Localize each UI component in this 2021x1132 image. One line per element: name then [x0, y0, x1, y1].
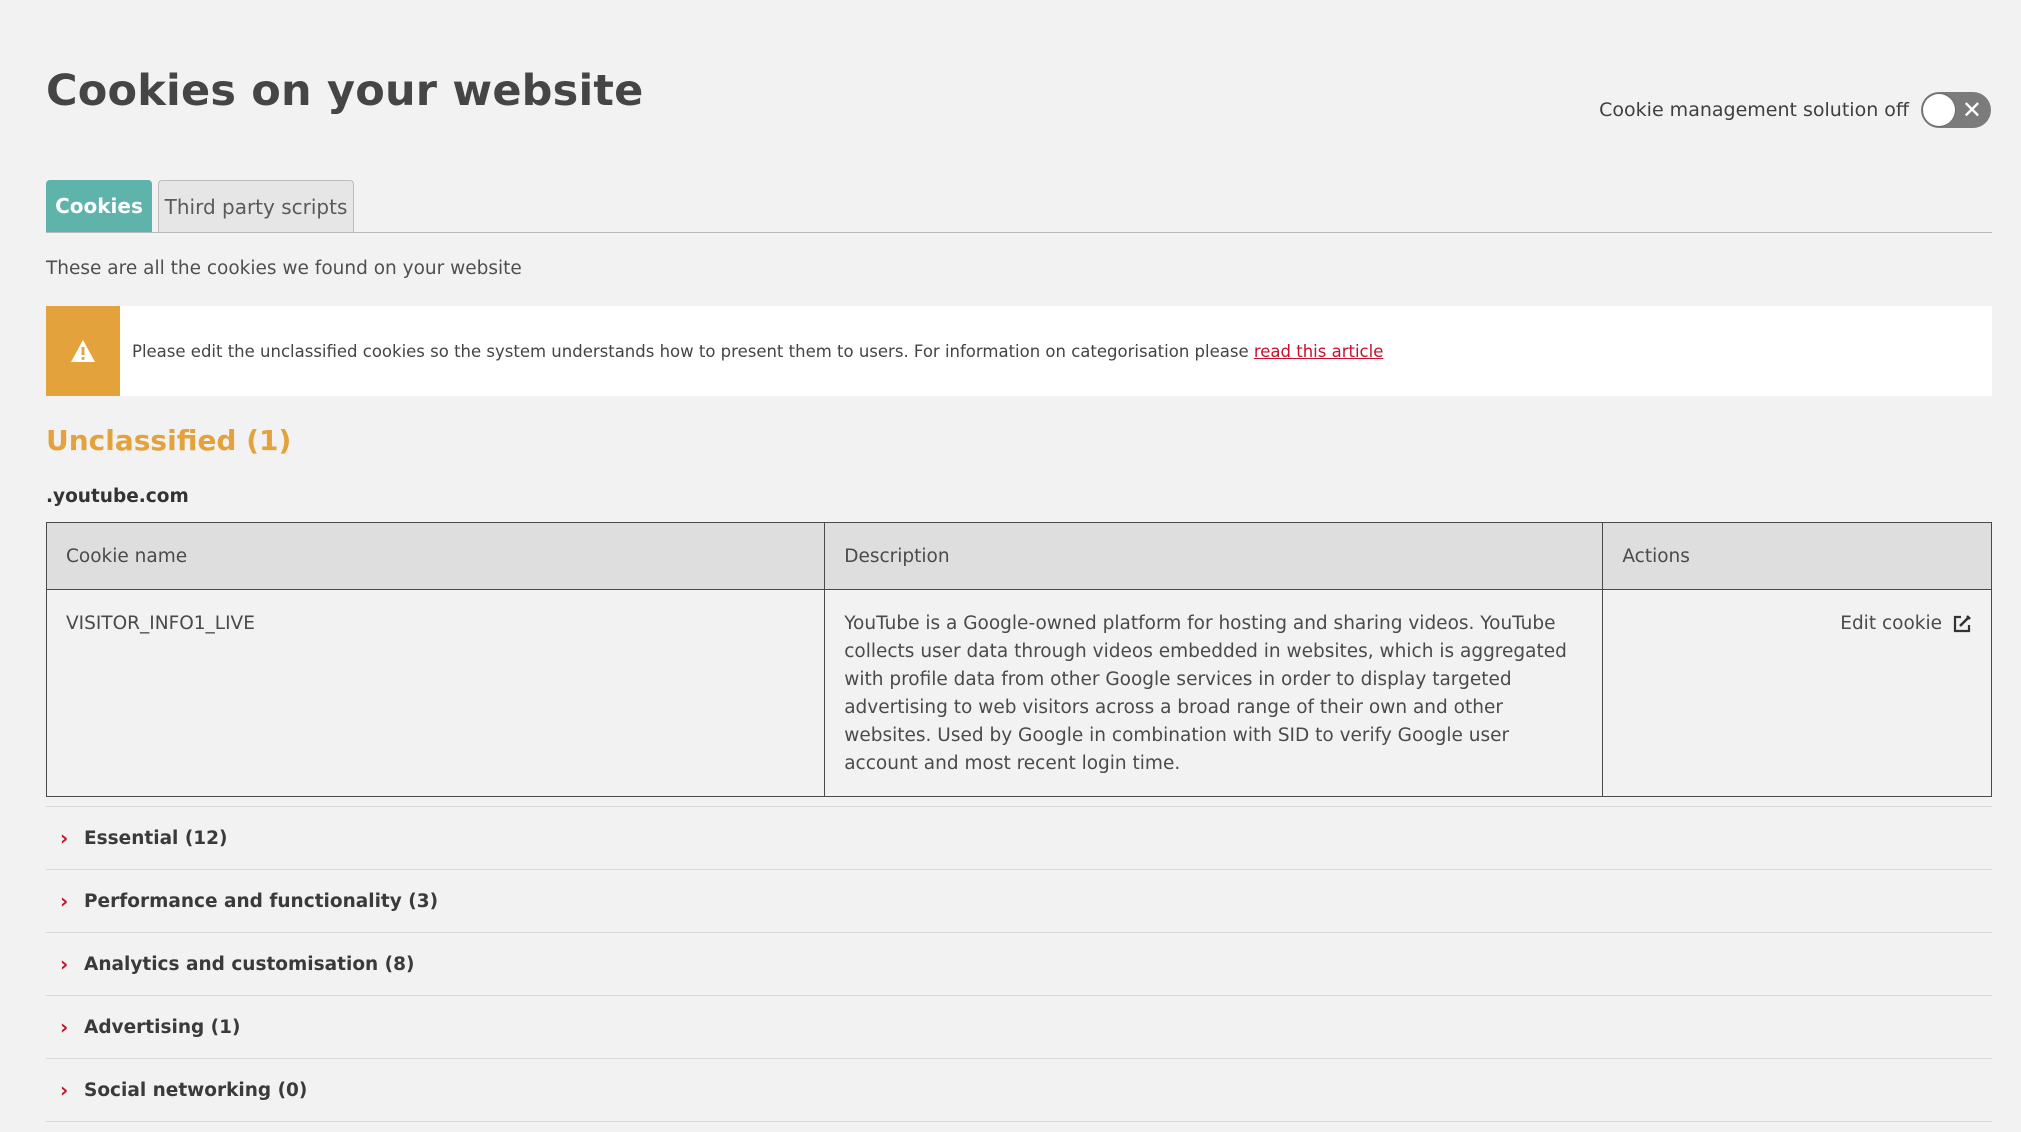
category-analytics-customisation[interactable]: › Analytics and customisation (8) [46, 933, 1992, 996]
category-advertising[interactable]: › Advertising (1) [46, 996, 1992, 1059]
chevron-right-icon: › [60, 1078, 69, 1102]
alert-message: Please edit the unclassified cookies so … [132, 342, 1383, 361]
unclassified-heading: Unclassified (1) [46, 424, 292, 457]
category-label: Performance and functionality (3) [84, 890, 439, 912]
alert-icon-box [46, 306, 120, 396]
chevron-right-icon: › [60, 826, 69, 850]
edit-cookie-button[interactable]: Edit cookie [1840, 610, 1972, 638]
cookie-management-toggle[interactable]: ✕ [1921, 92, 1991, 128]
cookie-actions-cell: Edit cookie [1602, 589, 1992, 797]
cookie-management-toggle-group: Cookie management solution off ✕ [1599, 92, 1991, 128]
tab-bar: Cookies Third party scripts [46, 180, 1992, 233]
category-label: Social networking (0) [84, 1079, 308, 1101]
tab-cookies[interactable]: Cookies [46, 180, 152, 232]
chevron-right-icon: › [60, 889, 69, 913]
intro-text: These are all the cookies we found on yo… [46, 258, 522, 279]
cookie-domain: .youtube.com [46, 486, 189, 507]
header-actions: Actions [1602, 522, 1992, 590]
table-row: VISITOR_INFO1_LIVE YouTube is a Google-o… [45, 589, 1992, 797]
page: Cookies on your website Cookie managemen… [0, 0, 2021, 1132]
header-description: Description [824, 522, 1604, 590]
toggle-knob [1923, 94, 1955, 126]
table-header-row: Cookie name Description Actions [45, 522, 1992, 590]
cookie-name-cell: VISITOR_INFO1_LIVE [45, 589, 826, 797]
category-label: Analytics and customisation (8) [84, 953, 415, 975]
category-social-networking[interactable]: › Social networking (0) [46, 1059, 1992, 1122]
edit-icon [1953, 615, 1971, 633]
read-article-link[interactable]: read this article [1254, 342, 1384, 361]
tab-third-party-scripts[interactable]: Third party scripts [158, 180, 354, 232]
header-cookie-name: Cookie name [45, 522, 826, 590]
chevron-right-icon: › [60, 1015, 69, 1039]
cookie-categories: › Essential (12) › Performance and funct… [46, 806, 1992, 1122]
page-title: Cookies on your website [46, 66, 644, 116]
edit-cookie-label: Edit cookie [1840, 613, 1942, 634]
cookie-description-cell: YouTube is a Google-owned platform for h… [824, 589, 1604, 797]
unclassified-cookie-table: Cookie name Description Actions VISITOR_… [45, 522, 1992, 797]
category-performance-functionality[interactable]: › Performance and functionality (3) [46, 870, 1992, 933]
category-essential[interactable]: › Essential (12) [46, 807, 1992, 870]
chevron-right-icon: › [60, 952, 69, 976]
alert-text: Please edit the unclassified cookies so … [132, 341, 1254, 361]
category-label: Essential (12) [84, 827, 228, 849]
close-icon: ✕ [1961, 96, 1982, 124]
category-label: Advertising (1) [84, 1016, 241, 1038]
warning-icon [71, 340, 95, 362]
cookie-management-label: Cookie management solution off [1599, 99, 1909, 121]
unclassified-alert: Please edit the unclassified cookies so … [46, 306, 1992, 396]
